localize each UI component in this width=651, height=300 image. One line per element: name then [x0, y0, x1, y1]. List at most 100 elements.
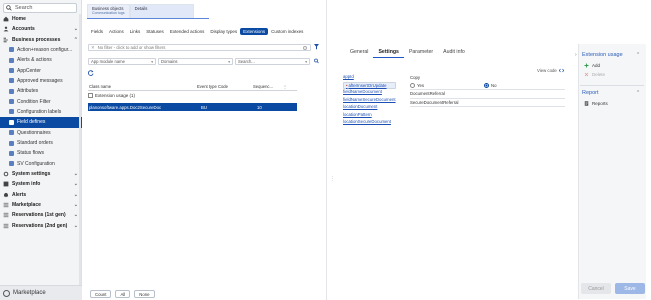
group-checkbox[interactable]: [88, 93, 93, 98]
subtab-extensions[interactable]: Extensions: [240, 28, 269, 35]
sidebar-item-home[interactable]: Home: [0, 14, 82, 25]
column-menu-icon[interactable]: ⋮: [282, 83, 292, 90]
sidebar-item-alerts-actions[interactable]: Alerts & actions: [0, 55, 82, 66]
chevron-down-icon[interactable]: ⌄: [74, 171, 78, 177]
chevron-down-icon[interactable]: ⌄: [74, 192, 78, 198]
domains-label: Domains: [161, 59, 178, 64]
sidebar-item-label: Business processes: [12, 36, 61, 43]
chevron-down-icon: ▾: [151, 59, 153, 64]
sidebar-item-attributes[interactable]: Attributes: [0, 86, 82, 97]
sidebar-item-system-settings[interactable]: System settings ⌄: [0, 169, 82, 180]
add-label: Add: [592, 63, 601, 68]
sidebar-item-business-processes[interactable]: Business processes ⌃: [0, 34, 82, 45]
sidebar-item-sv-configuration[interactable]: SV Configuration: [0, 158, 82, 169]
report-icon: [584, 101, 589, 106]
add-button[interactable]: Add: [584, 63, 600, 68]
detail-tab-settings[interactable]: Settings: [373, 49, 404, 58]
chevron-up-icon[interactable]: ⌃: [74, 37, 78, 43]
search-icon[interactable]: [314, 58, 319, 64]
attribute-link[interactable]: locationPattern: [343, 112, 396, 120]
detail-tab-general[interactable]: General: [345, 49, 373, 58]
select-all-button[interactable]: All: [115, 290, 131, 298]
subtab-fields[interactable]: Fields: [88, 28, 106, 35]
sidebar-item-condition-filter[interactable]: Condition Filter: [0, 96, 82, 107]
sidebar-item-system-info[interactable]: System info ⌄: [0, 179, 82, 190]
action-panel: [578, 44, 646, 299]
sidebar-item-approved-messages[interactable]: Approved messages: [0, 76, 82, 87]
chevron-up-icon[interactable]: ⌃: [636, 90, 640, 96]
info-icon: [3, 182, 9, 187]
save-button[interactable]: Save: [615, 283, 645, 294]
subtab-actions[interactable]: Actions: [106, 28, 127, 35]
col-class-name[interactable]: Class name: [88, 83, 196, 90]
col-event-type[interactable]: Event type Code: [196, 83, 252, 90]
attribute-link[interactable]: locationSecureDocument: [343, 119, 396, 127]
filter-bar[interactable]: ✕ No filter - click to add or show filte…: [88, 44, 311, 51]
col-sequence[interactable]: Sequenc...: [252, 83, 282, 90]
attribute-link[interactable]: locationDocument: [343, 104, 396, 112]
value-field-document[interactable]: DocumentReferral: [410, 90, 565, 98]
sidebar-item-field-defines[interactable]: Field defines: [0, 117, 82, 128]
radio-yes[interactable]: [410, 82, 415, 88]
detail-tab-parameter[interactable]: Parameter: [404, 49, 438, 58]
sidebar-item-label: Home: [12, 16, 26, 23]
view-code-link[interactable]: View code: [537, 68, 564, 73]
report-title: Report: [582, 90, 599, 96]
refresh-icon[interactable]: [88, 70, 94, 76]
clear-filter-icon[interactable]: ✕: [91, 45, 95, 51]
sidebar-item-appcenter[interactable]: AppCenter: [0, 65, 82, 76]
grid-group-row[interactable]: Extension usage (1): [88, 93, 135, 98]
sidebar-item-configuration-labels[interactable]: Configuration labels: [0, 107, 82, 118]
chevron-down-icon[interactable]: ⌄: [74, 223, 78, 229]
count-button[interactable]: Count: [90, 290, 112, 298]
search-select[interactable]: Search... ▾: [235, 58, 310, 65]
subtab-extended-actions[interactable]: Extended actions: [167, 28, 208, 35]
attribute-link[interactable]: appId: [343, 74, 396, 82]
sidebar-scrollbar[interactable]: [79, 14, 81, 290]
value-field-secure-document[interactable]: SecureDocumentReferral: [410, 99, 565, 107]
cancel-button[interactable]: Cancel: [581, 283, 611, 294]
app-module-select[interactable]: App module name ▾: [88, 58, 156, 65]
domains-select[interactable]: Domains ▾: [158, 58, 233, 65]
detail-tab-audit-info[interactable]: Audit info: [438, 49, 470, 58]
chevron-down-icon[interactable]: ⌄: [74, 181, 78, 187]
item-icon: [9, 130, 14, 136]
tab-details[interactable]: Details: [129, 4, 194, 19]
attribute-link[interactable]: fieldNameDocument: [343, 89, 396, 97]
chevron-down-icon[interactable]: ⌄: [74, 212, 78, 218]
cell-seq: 10: [257, 104, 262, 110]
subtab-custom-indexes[interactable]: Custom indexes: [268, 28, 306, 35]
sidebar-item-questionnaires[interactable]: Questionnaires: [0, 127, 82, 138]
selection-buttons: Count All None: [90, 290, 155, 298]
chevron-down-icon[interactable]: ⌄: [74, 202, 78, 208]
radio-no[interactable]: [484, 82, 490, 88]
sidebar-item-accounts[interactable]: Accounts ⌄: [0, 24, 82, 35]
pane-divider[interactable]: [326, 0, 327, 300]
chevron-down-icon[interactable]: ⌄: [74, 26, 78, 32]
tab-business-objects[interactable]: Business objects Communication logs: [87, 4, 130, 19]
attribute-link[interactable]: afterInsertOrUpdate: [343, 81, 396, 89]
filter-options-icon[interactable]: [303, 45, 307, 50]
sidebar-item-standard-orders[interactable]: Standard orders: [0, 138, 82, 149]
reports-button[interactable]: Reports: [584, 101, 608, 106]
sidebar-bottom-marketplace[interactable]: Marketplace: [0, 285, 82, 300]
sidebar-item-reservations-2nd-gen[interactable]: Reservations (2nd gen) ⌄: [0, 221, 82, 232]
grid-icon: [3, 213, 9, 218]
chevron-up-icon[interactable]: ⌃: [636, 52, 640, 58]
attribute-link[interactable]: fieldNameSecureDocument: [343, 97, 396, 105]
sidebar-item-label: Reservations (1st gen): [12, 212, 66, 219]
sidebar-item-status-flows[interactable]: Status flows: [0, 148, 82, 159]
table-row[interactable]: planonsoftware.apps.Doc2SecureDoc BU 10: [88, 103, 297, 111]
select-none-button[interactable]: None: [134, 290, 155, 298]
subtab-statuses[interactable]: Statuses: [143, 28, 167, 35]
sidebar-item-alerts[interactable]: Alerts ⌄: [0, 190, 82, 201]
sidebar-item-reservations-1st-gen[interactable]: Reservations (1st gen) ⌄: [0, 210, 82, 221]
subtab-links[interactable]: Links: [127, 28, 144, 35]
subtab-display-types[interactable]: Display types: [207, 28, 240, 35]
funnel-icon[interactable]: [314, 44, 319, 50]
delete-button[interactable]: Delete: [584, 72, 605, 77]
sidebar-item-marketplace[interactable]: Marketplace ⌄: [0, 200, 82, 211]
sidebar-item-action-reason-configur[interactable]: Action+reason configur...: [0, 45, 82, 56]
sidebar-search[interactable]: Search: [3, 3, 77, 13]
chevron-right-icon[interactable]: ›: [575, 52, 577, 58]
